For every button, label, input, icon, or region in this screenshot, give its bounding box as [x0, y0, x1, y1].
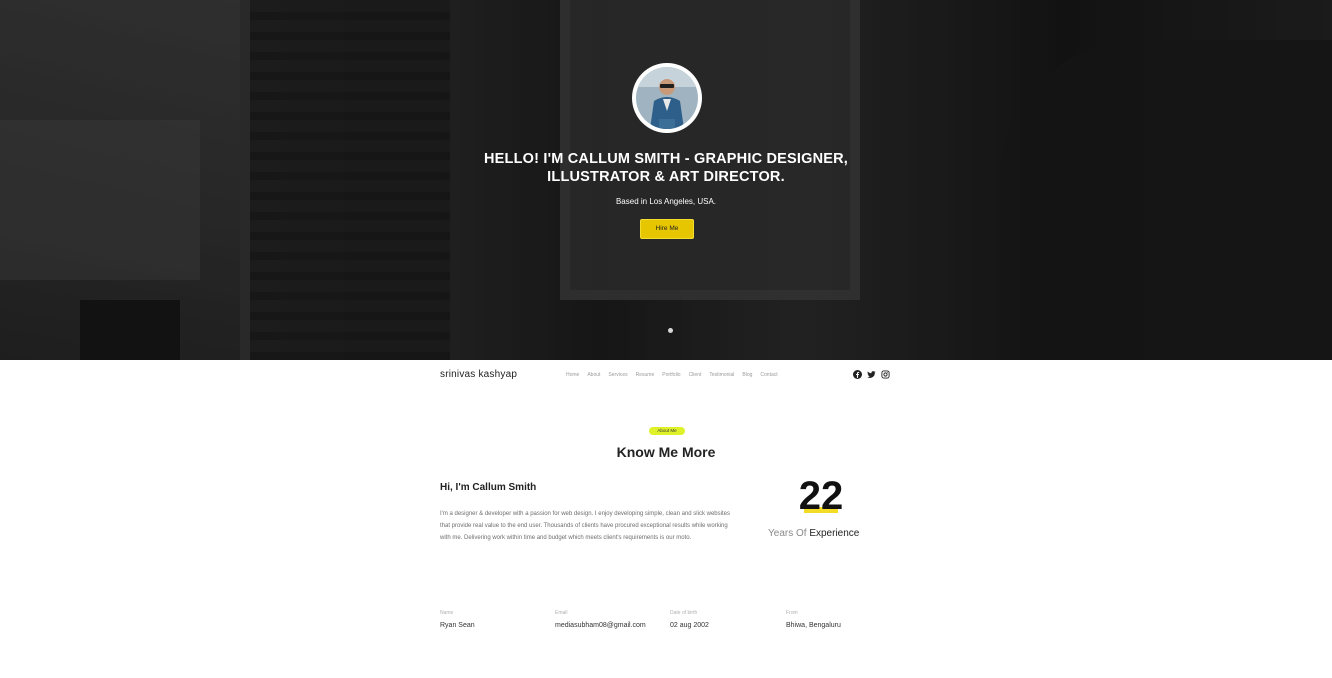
about-greeting: Hi, I'm Callum Smith — [440, 482, 537, 493]
facebook-icon[interactable] — [853, 370, 862, 379]
hero-subtitle: Based in Los Angeles, USA. — [615, 197, 717, 206]
info-value: Bhiwa, Bengaluru — [786, 622, 841, 629]
info-label: Email — [555, 610, 568, 616]
section-title: Know Me More — [616, 444, 716, 460]
nav-link-home[interactable]: Home — [566, 372, 579, 378]
nav-link-resume[interactable]: Resume — [636, 372, 655, 378]
experience-label-strong: Experience — [809, 528, 860, 539]
nav-link-portfolio[interactable]: Portfolio — [662, 372, 680, 378]
about-bio: I'm a designer & developer with a passio… — [440, 511, 730, 542]
hero-title-line-1: HELLO! I'M CALLUM SMITH - GRAPHIC DESIGN… — [483, 151, 849, 167]
hero-content: HELLO! I'M CALLUM SMITH - GRAPHIC DESIGN… — [0, 0, 1332, 360]
info-value[interactable]: mediasubham08@gmail.com — [555, 622, 646, 629]
hero-section: HELLO! I'M CALLUM SMITH - GRAPHIC DESIGN… — [0, 0, 1332, 360]
experience-label: Years Of Experience — [768, 528, 859, 539]
scroll-indicator-dot[interactable] — [668, 328, 673, 333]
nav-link-blog[interactable]: Blog — [742, 372, 752, 378]
info-name: Name Ryan Sean — [440, 610, 475, 629]
twitter-icon[interactable] — [867, 370, 876, 379]
info-value: Ryan Sean — [440, 622, 475, 629]
nav-link-client[interactable]: Client — [689, 372, 702, 378]
info-from: From Bhiwa, Bengaluru — [786, 610, 841, 629]
experience-label-plain: Years Of — [768, 528, 807, 539]
info-value: 02 aug 2002 — [670, 622, 709, 629]
navbar: srinivas kashyap Home About Services Res… — [0, 360, 1332, 390]
nav-link-contact[interactable]: Contact — [760, 372, 777, 378]
hero-title-line-2: ILLUSTRATOR & ART DIRECTOR. — [547, 169, 785, 185]
info-label: Name — [440, 610, 454, 616]
nav-link-testimonial[interactable]: Testimonial — [709, 372, 734, 378]
nav-link-about[interactable]: About — [587, 372, 600, 378]
section-badge: About Me — [649, 427, 685, 435]
experience-number: 22 — [798, 474, 844, 518]
avatar-image — [636, 67, 698, 129]
avatar — [632, 63, 702, 133]
hero-title: HELLO! I'M CALLUM SMITH - GRAPHIC DESIGN… — [0, 150, 1332, 186]
hire-me-button[interactable]: Hire Me — [640, 219, 694, 239]
info-label: Date of birth — [670, 610, 698, 616]
brand-logo[interactable]: srinivas kashyap — [440, 369, 517, 380]
info-label: From — [786, 610, 798, 616]
nav-link-services[interactable]: Services — [608, 372, 627, 378]
instagram-icon[interactable] — [881, 370, 890, 379]
nav-links: Home About Services Resume Portfolio Cli… — [566, 372, 778, 378]
info-date-of-birth: Date of birth 02 aug 2002 — [670, 610, 709, 629]
social-links — [853, 370, 890, 379]
info-email: Email mediasubham08@gmail.com — [555, 610, 646, 629]
